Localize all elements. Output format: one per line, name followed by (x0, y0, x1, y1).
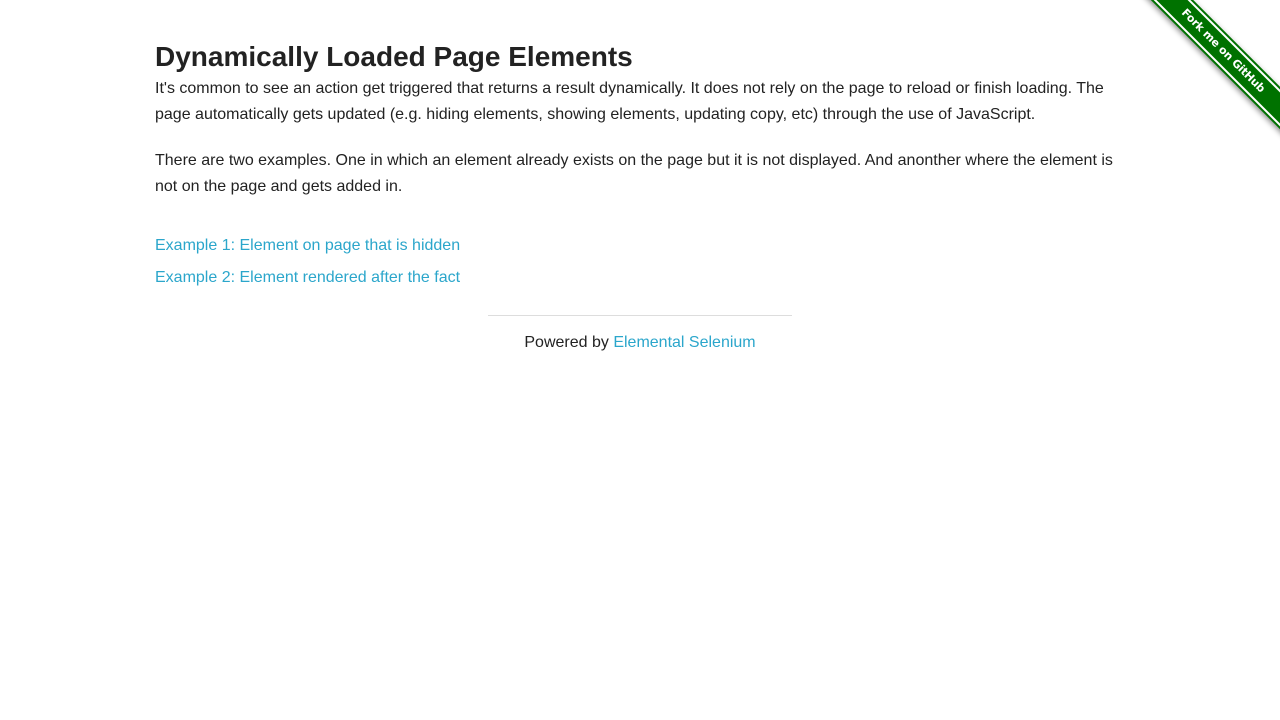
elemental-selenium-link[interactable]: Elemental Selenium (613, 334, 755, 351)
github-ribbon-container: Fork me on GitHub (1131, 0, 1280, 149)
intro-paragraph: It's common to see an action get trigger… (155, 80, 1104, 123)
example-1-link[interactable]: Example 1: Element on page that is hidde… (155, 230, 460, 262)
footer-powered-by-text: Powered by (524, 334, 609, 351)
example-links: Example 1: Element on page that is hidde… (155, 230, 1130, 294)
main-content: Dynamically Loaded Page Elements It's co… (155, 38, 1130, 294)
fork-on-github-ribbon[interactable]: Fork me on GitHub (1139, 0, 1280, 135)
example-2-link[interactable]: Example 2: Element rendered after the fa… (155, 262, 460, 294)
page-footer: Powered by Elemental Selenium (488, 315, 792, 354)
examples-paragraph: There are two examples. One in which an … (155, 152, 1113, 195)
page-title: Dynamically Loaded Page Elements (155, 41, 633, 72)
